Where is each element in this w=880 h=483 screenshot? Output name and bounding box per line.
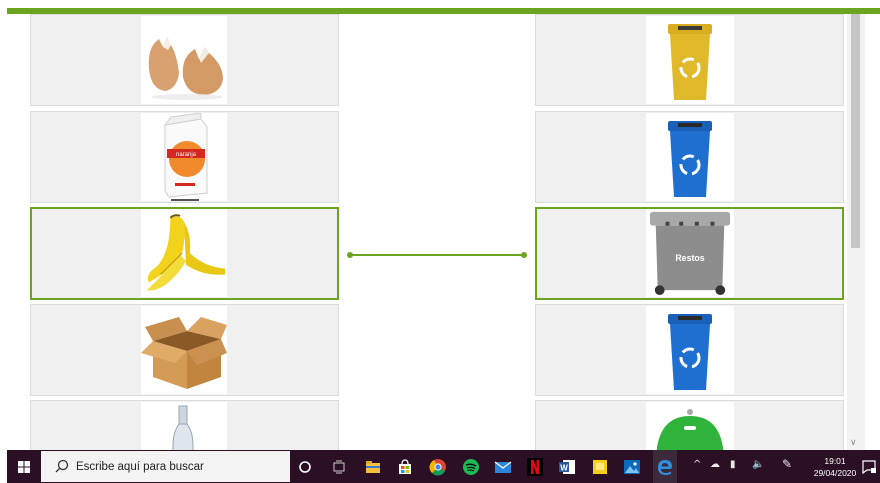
spotify-icon[interactable] xyxy=(461,457,481,477)
mail-icon[interactable] xyxy=(493,457,513,477)
match-connector-line xyxy=(350,254,524,256)
right-card-blue-bin[interactable] xyxy=(535,111,844,203)
right-card-yellow-bin[interactable] xyxy=(535,14,844,106)
banana-peel-image xyxy=(141,209,227,297)
clock-date: 29/04/2020 xyxy=(813,468,857,478)
blue-bin-image xyxy=(646,113,734,201)
battery-icon[interactable]: ▮ xyxy=(730,459,736,470)
vertical-scrollbar[interactable]: ∨ xyxy=(847,14,865,450)
task-view-icon[interactable] xyxy=(329,457,349,477)
edge-icon[interactable] xyxy=(653,450,677,483)
taskbar-search-box[interactable]: Escribe aquí para buscar xyxy=(41,451,290,482)
juice-carton-image: naranja xyxy=(141,113,227,201)
search-placeholder: Escribe aquí para buscar xyxy=(76,461,204,473)
netflix-icon[interactable] xyxy=(525,457,545,477)
cardboard-box-image xyxy=(141,306,227,394)
svg-text:W: W xyxy=(560,464,568,473)
carton-label: naranja xyxy=(176,152,197,158)
chrome-icon[interactable] xyxy=(428,457,448,477)
tray-chevron-up-icon[interactable]: ^ xyxy=(693,459,701,470)
bin-label-restos: Restos xyxy=(675,253,704,263)
glass-bottle-image xyxy=(141,402,227,450)
clock-time: 19:01 xyxy=(824,456,846,466)
pen-workspace-icon[interactable]: ✎ xyxy=(782,457,792,471)
word-icon[interactable]: W xyxy=(557,457,577,477)
left-card-eggshell[interactable] xyxy=(30,14,339,106)
scroll-down-arrow-icon[interactable]: ∨ xyxy=(850,438,857,448)
right-connector-dot[interactable] xyxy=(521,252,527,258)
right-card-grey-bin[interactable]: Restos xyxy=(535,207,844,300)
photos-icon[interactable] xyxy=(622,457,642,477)
notifications-icon[interactable] xyxy=(859,457,879,477)
windows-start-button[interactable] xyxy=(7,450,41,483)
left-card-glass-bottle[interactable] xyxy=(30,400,339,450)
windows-taskbar: Escribe aquí para buscar W ^ ☁ ▮ 🔈 ✎ 19:… xyxy=(7,450,880,483)
blue-bin-image xyxy=(646,306,734,394)
eggshell-image xyxy=(141,16,227,104)
windows-logo-icon xyxy=(18,460,30,473)
right-card-green-igloo[interactable] xyxy=(535,400,844,450)
matching-area: naranja Restos xyxy=(0,14,847,450)
search-icon xyxy=(55,459,69,473)
scroll-thumb[interactable] xyxy=(851,14,860,248)
green-igloo-image xyxy=(646,402,734,450)
left-card-juice-carton[interactable]: naranja xyxy=(30,111,339,203)
left-connector-dot[interactable] xyxy=(347,252,353,258)
taskbar-clock[interactable]: 19:01 29/04/2020 xyxy=(813,455,857,479)
yellow-bin-image xyxy=(646,16,734,104)
store-icon[interactable] xyxy=(395,457,415,477)
file-explorer-icon[interactable] xyxy=(363,457,383,477)
app-window: naranja Restos ∨ Escribe aquí para busca… xyxy=(0,0,880,483)
volume-icon[interactable]: 🔈 xyxy=(752,459,764,470)
cortana-icon[interactable] xyxy=(295,457,315,477)
onedrive-icon[interactable]: ☁ xyxy=(710,459,720,470)
left-card-banana-peel[interactable] xyxy=(30,207,339,300)
left-card-cardboard-box[interactable] xyxy=(30,304,339,396)
sticky-notes-icon[interactable] xyxy=(590,457,610,477)
grey-bin-image: Restos xyxy=(646,209,734,297)
right-card-blue-bin-2[interactable] xyxy=(535,304,844,396)
